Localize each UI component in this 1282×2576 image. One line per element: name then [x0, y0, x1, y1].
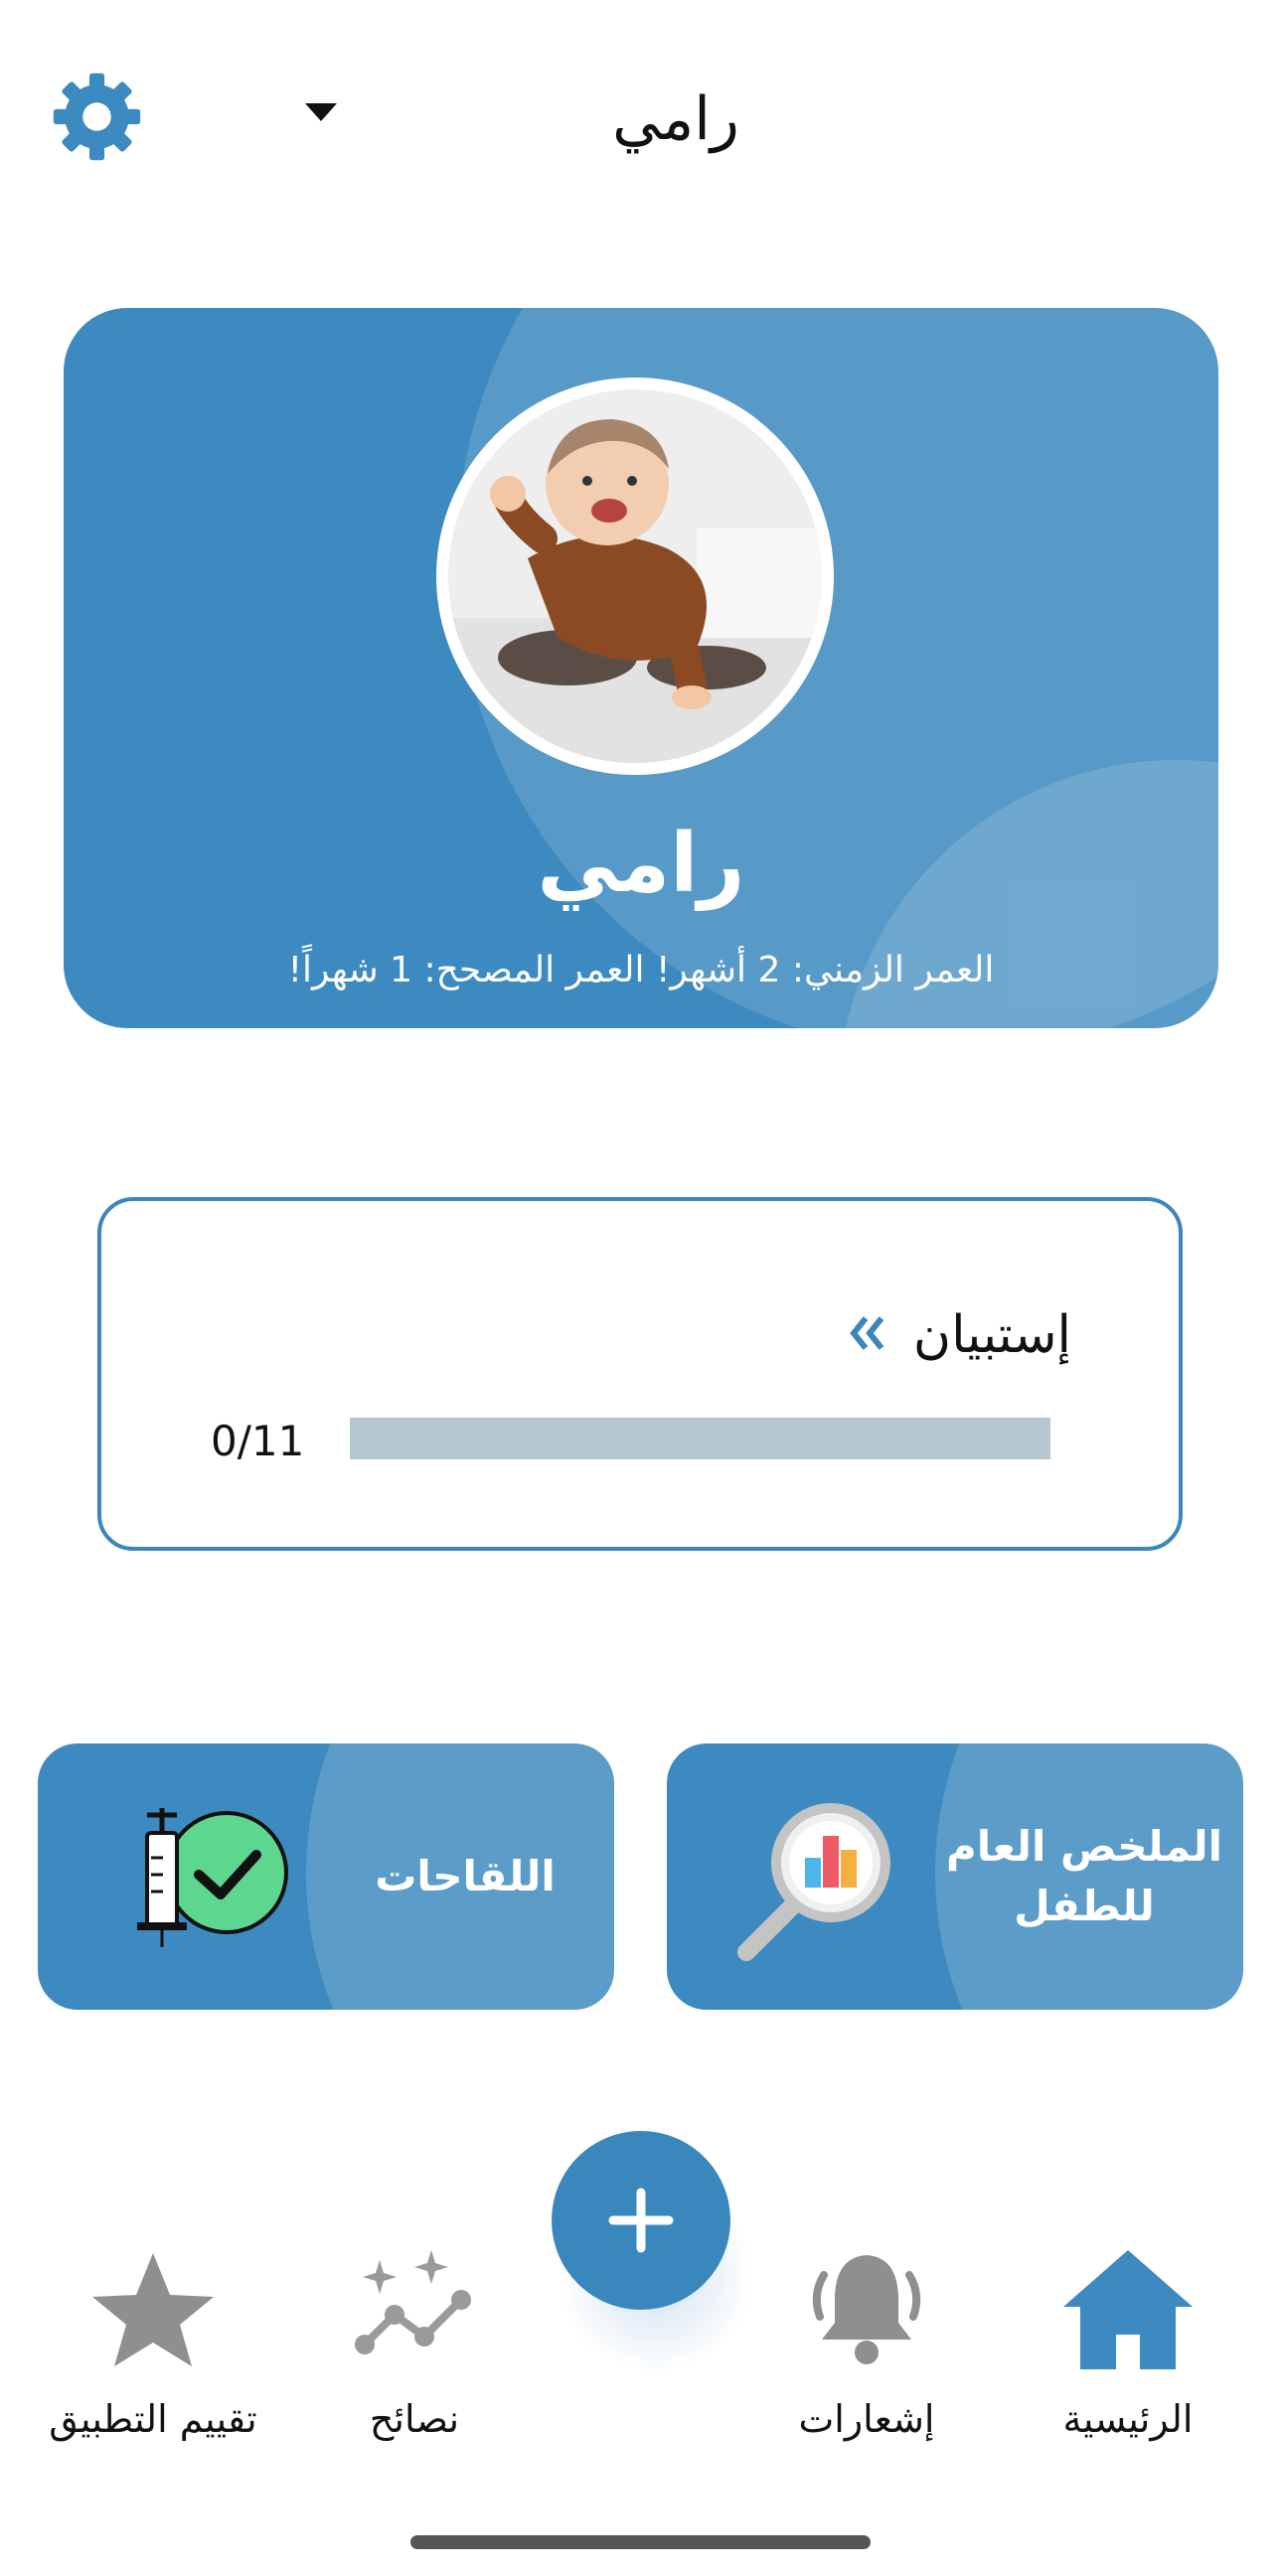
vaccinations-tile[interactable]: اللقاحات [38, 1743, 614, 2010]
nav-rate-app-label: تقييم التطبيق [49, 2397, 257, 2441]
nav-tips-label: نصائح [369, 2397, 460, 2441]
child-profile-card[interactable]: رامي العمر الزمني: 2 أشهر! العمر المصحح:… [64, 308, 1218, 1028]
questionnaire-open-button[interactable] [842, 1308, 891, 1358]
gear-icon [53, 73, 141, 161]
child-summary-tile[interactable]: الملخص العام للطفل [667, 1743, 1243, 2010]
page-title[interactable]: رامي [557, 72, 795, 167]
child-summary-label-line1: الملخص العام [945, 1822, 1223, 1871]
settings-button[interactable] [50, 70, 144, 164]
progress-bar [350, 1418, 1050, 1459]
nav-notifications[interactable]: إشعارات [757, 2245, 976, 2446]
home-icon [1063, 2250, 1193, 2369]
caret-down-icon [305, 103, 337, 121]
questionnaire-title: إستبيان [912, 1305, 1071, 1365]
nav-home[interactable]: الرئيسية [1019, 2245, 1237, 2446]
child-name: رامي [537, 817, 745, 911]
magnifier-chart-icon [731, 1798, 900, 1967]
star-icon [92, 2253, 214, 2366]
progress-count: 0/11 [211, 1417, 305, 1465]
vaccinations-label: اللقاحات [375, 1852, 556, 1900]
nav-home-label: الرئيسية [1062, 2397, 1194, 2441]
nav-rate-app[interactable]: تقييم التطبيق [44, 2245, 262, 2446]
child-summary-label: الملخص العام للطفل [935, 1817, 1233, 1936]
add-button[interactable] [552, 2131, 730, 2310]
avatar[interactable] [436, 378, 834, 775]
questionnaire-card[interactable]: إستبيان 0/11 [97, 1197, 1183, 1551]
syringe-check-icon [117, 1803, 296, 1952]
child-photo [448, 389, 822, 763]
bell-icon [812, 2255, 921, 2364]
child-selector-dropdown[interactable] [303, 99, 339, 123]
child-age: العمر الزمني: 2 أشهر! العمر المصحح: 1 شه… [287, 950, 995, 990]
home-indicator[interactable] [410, 2535, 871, 2549]
nav-notifications-label: إشعارات [798, 2397, 935, 2441]
sparkle-trend-icon [355, 2250, 471, 2354]
double-chevron-left-icon [850, 1316, 884, 1350]
child-summary-label-line2: للطفل [1014, 1882, 1155, 1930]
plus-icon [608, 2188, 674, 2253]
nav-tips[interactable]: نصائح [305, 2245, 524, 2446]
